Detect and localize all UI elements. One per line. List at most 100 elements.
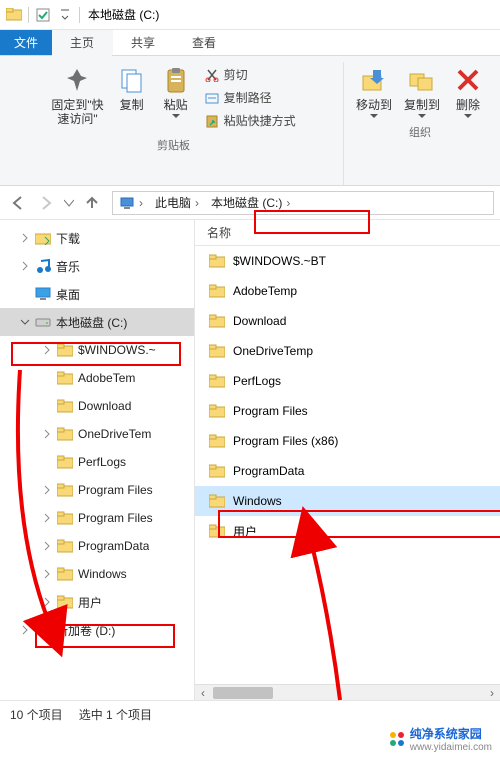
cut-button[interactable]: 剪切 [202, 64, 298, 85]
expand-icon[interactable] [42, 345, 56, 355]
status-selected-count: 选中 1 个项目 [79, 706, 152, 723]
tree-item[interactable]: Program Files [0, 476, 194, 504]
tab-home[interactable]: 主页 [52, 30, 113, 55]
expand-icon[interactable] [42, 513, 56, 523]
scroll-left-button[interactable]: ‹ [195, 685, 211, 700]
file-name: AdobeTemp [233, 284, 297, 298]
nav-recent-button[interactable] [62, 191, 76, 215]
file-row[interactable]: AdobeTemp [195, 276, 500, 306]
file-row[interactable]: OneDriveTemp [195, 336, 500, 366]
pin-quickaccess-button[interactable]: 固定到"快 速访问" [45, 62, 109, 128]
file-row[interactable]: $WINDOWS.~BT [195, 246, 500, 276]
folder-icon [207, 431, 227, 451]
tree-item[interactable]: 音乐 [0, 252, 194, 280]
tree-item[interactable]: 用户 [0, 588, 194, 616]
nav-up-button[interactable] [80, 191, 104, 215]
file-row[interactable]: Download [195, 306, 500, 336]
horizontal-scrollbar[interactable]: ‹ › [195, 684, 500, 700]
tree-item[interactable]: OneDriveTem [0, 420, 194, 448]
tree-item[interactable]: AdobeTem [0, 364, 194, 392]
moveto-button[interactable]: 移动到 [350, 62, 398, 120]
tree-item[interactable]: 本地磁盘 (C:) [0, 308, 194, 336]
expand-icon[interactable] [20, 317, 34, 327]
tree-item-label: Download [78, 399, 131, 413]
tab-file[interactable]: 文件 [0, 30, 52, 55]
copypath-button[interactable]: 复制路径 [202, 87, 298, 108]
file-list[interactable]: 名称 $WINDOWS.~BT AdobeTemp Download OneDrive… [195, 220, 500, 700]
tree-item[interactable]: Program Files [0, 504, 194, 532]
nav-back-button[interactable] [6, 191, 30, 215]
tree-item-label: OneDriveTem [78, 427, 151, 441]
expand-icon[interactable] [42, 485, 56, 495]
folder-icon [56, 481, 74, 499]
expand-icon[interactable] [42, 429, 56, 439]
file-row[interactable]: 用户 [195, 516, 500, 546]
address-path[interactable]: › 此电脑› 本地磁盘 (C:)› [112, 191, 494, 215]
expand-icon[interactable] [42, 569, 56, 579]
tree-item[interactable]: $WINDOWS.~ [0, 336, 194, 364]
folder-icon [207, 311, 227, 331]
crumb-thispc[interactable]: 此电脑› [151, 194, 207, 211]
expand-icon[interactable] [20, 261, 34, 271]
tree-item[interactable]: 新加卷 (D:) [0, 616, 194, 644]
copy-button[interactable]: 复制 [110, 62, 154, 114]
paste-icon [160, 64, 192, 96]
tab-share[interactable]: 共享 [113, 30, 174, 55]
tree-item-label: $WINDOWS.~ [78, 343, 156, 357]
tree-item[interactable]: Download [0, 392, 194, 420]
qat-checkbox-icon[interactable] [33, 6, 53, 24]
pin-icon [61, 64, 93, 96]
file-row[interactable]: Windows [195, 486, 500, 516]
pasteshortcut-button[interactable]: 粘贴快捷方式 [202, 110, 298, 131]
explorer-body: 下载音乐桌面本地磁盘 (C:) $WINDOWS.~ AdobeTem Downloa… [0, 220, 500, 700]
tree-item-label: Program Files [78, 511, 153, 525]
music-icon [34, 257, 52, 275]
scroll-thumb[interactable] [213, 687, 273, 699]
column-header-name[interactable]: 名称 [195, 220, 500, 246]
tree-item-label: 本地磁盘 (C:) [56, 314, 127, 331]
tree-item[interactable]: Windows [0, 560, 194, 588]
tree-item[interactable]: ProgramData [0, 532, 194, 560]
cut-icon [204, 67, 220, 83]
explorer-icon [4, 6, 24, 24]
qat-dropdown-icon[interactable] [55, 6, 75, 24]
tree-item-label: 桌面 [56, 286, 80, 303]
folder-icon [207, 281, 227, 301]
scroll-right-button[interactable]: › [484, 685, 500, 700]
file-name: Windows [233, 494, 282, 508]
desktop-icon [34, 285, 52, 303]
tree-item[interactable]: 桌面 [0, 280, 194, 308]
file-name: OneDriveTemp [233, 344, 313, 358]
file-row[interactable]: Program Files [195, 396, 500, 426]
tree-item[interactable]: PerfLogs [0, 448, 194, 476]
paste-button[interactable]: 粘贴 [154, 62, 198, 120]
titlebar: 本地磁盘 (C:) [0, 0, 500, 30]
file-name: 用户 [233, 523, 257, 540]
nav-forward-button[interactable] [34, 191, 58, 215]
watermark-logo-icon [388, 730, 406, 748]
nav-tree[interactable]: 下载音乐桌面本地磁盘 (C:) $WINDOWS.~ AdobeTem Downloa… [0, 220, 195, 700]
folder-icon [207, 401, 227, 421]
expand-icon[interactable] [20, 233, 34, 243]
file-row[interactable]: PerfLogs [195, 366, 500, 396]
file-row[interactable]: Program Files (x86) [195, 426, 500, 456]
copyto-button[interactable]: 复制到 [398, 62, 446, 120]
watermark: 纯净系统家园 www.yidaimei.com [386, 724, 494, 754]
tree-item-label: 新加卷 (D:) [56, 622, 115, 639]
expand-icon[interactable] [42, 541, 56, 551]
crumb-drive[interactable]: 本地磁盘 (C:)› [207, 194, 298, 211]
delete-icon [452, 64, 484, 96]
file-name: Program Files [233, 404, 308, 418]
tree-item-label: 音乐 [56, 258, 80, 275]
thispc-icon [119, 195, 135, 211]
expand-icon[interactable] [20, 625, 34, 635]
copypath-icon [204, 90, 220, 106]
drive-icon [34, 621, 52, 639]
delete-button[interactable]: 删除 [446, 62, 490, 120]
file-row[interactable]: ProgramData [195, 456, 500, 486]
expand-icon[interactable] [42, 597, 56, 607]
tree-item[interactable]: 下载 [0, 224, 194, 252]
tree-item-label: AdobeTem [78, 371, 135, 385]
tab-view[interactable]: 查看 [174, 30, 235, 55]
file-name: Download [233, 314, 286, 328]
